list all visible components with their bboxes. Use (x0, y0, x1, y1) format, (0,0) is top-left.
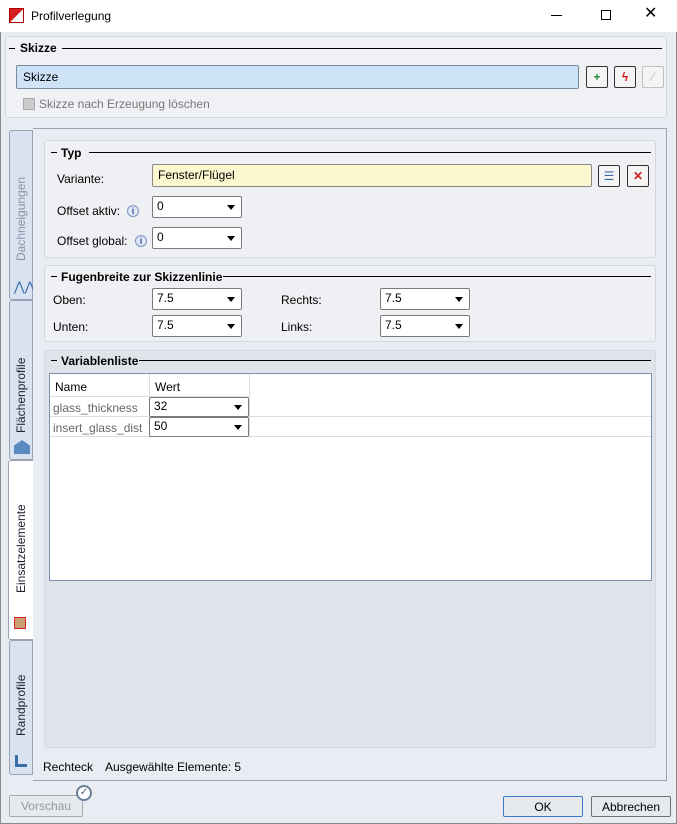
unten-label: Unten: (53, 320, 89, 334)
typ-group: Typ Variante: Fenster/Flügel ☰ ✕ Offset … (44, 140, 656, 258)
tab-flaechenprofile[interactable]: Flächenprofile (9, 300, 33, 460)
offset-global-label: Offset global: (57, 234, 128, 248)
typ-title: Typ (57, 146, 86, 160)
preview-button[interactable]: Vorschau (9, 795, 83, 817)
tab-dachneigungen[interactable]: Dachneigungen ⋀⋀ (9, 130, 35, 300)
variablenliste-title: Variablenliste (57, 354, 143, 368)
status-type: Rechteck (43, 760, 94, 774)
tab-label: Dachneigungen (14, 176, 28, 261)
offset-aktiv-label: Offset aktiv: (57, 204, 121, 218)
title-bar: Profilverlegung ✕ (0, 0, 677, 32)
links-combo[interactable]: 7.5 (380, 315, 470, 337)
sketch-line-icon: ⁄ (651, 70, 654, 84)
delete-sketch-checkbox[interactable] (23, 98, 35, 110)
column-header-wert[interactable]: Wert (155, 380, 180, 394)
row-value-combo[interactable]: 50 (149, 417, 249, 437)
column-header-name[interactable]: Name (55, 380, 87, 394)
edge-profile-icon (15, 755, 27, 767)
chevron-down-icon (227, 297, 235, 302)
combo-value: 0 (157, 230, 164, 244)
tab-randprofile[interactable]: Randprofile (9, 640, 33, 775)
info-icon[interactable]: i (135, 235, 147, 247)
close-button[interactable]: ✕ (644, 3, 657, 23)
add-sketch-button[interactable]: + (586, 66, 608, 88)
clear-variant-button[interactable]: ✕ (627, 165, 649, 187)
chevron-down-icon (234, 425, 242, 430)
offset-aktiv-combo[interactable]: 0 (152, 196, 242, 218)
skizze-group: Skizze Skizze + ϟ ⁄ Skizze nach Erzeugun… (5, 36, 667, 118)
chevron-down-icon (455, 297, 463, 302)
oben-combo[interactable]: 7.5 (152, 288, 242, 310)
table-row[interactable]: insert_glass_dist 50 (50, 417, 651, 437)
fugenbreite-group: Fugenbreite zur Skizzenlinie Oben: 7.5 U… (44, 265, 656, 342)
chevron-down-icon (227, 205, 235, 210)
ok-button[interactable]: OK (503, 796, 583, 817)
variables-table: Name Wert glass_thickness 32 insert_glas… (49, 373, 652, 581)
check-icon: ✓ (76, 785, 92, 801)
links-label: Links: (281, 320, 313, 334)
delete-icon: ✕ (632, 169, 644, 183)
ok-label: OK (534, 800, 552, 814)
chevron-down-icon (455, 324, 463, 329)
combo-value: 7.5 (157, 318, 174, 332)
table-row[interactable]: glass_thickness 32 (50, 397, 651, 417)
add-sketch-icon: + (593, 70, 601, 84)
delete-sketch-label: Skizze nach Erzeugung löschen (39, 97, 210, 111)
skizze-title: Skizze (16, 41, 61, 55)
fugenbreite-title: Fugenbreite zur Skizzenlinie (57, 270, 227, 284)
skizze-field-value: Skizze (23, 70, 59, 84)
combo-value: 7.5 (385, 318, 402, 332)
row-name: insert_glass_dist (53, 421, 143, 435)
rechts-label: Rechts: (281, 293, 322, 307)
combo-value: 7.5 (385, 291, 402, 305)
variante-label: Variante: (57, 172, 105, 186)
combo-value: 0 (157, 199, 164, 213)
tab-label: Einsatzelemente (14, 504, 28, 593)
minimize-button[interactable] (551, 15, 562, 16)
preview-label: Vorschau (20, 799, 72, 813)
cancel-button[interactable]: Abbrechen (591, 796, 671, 817)
chevron-down-icon (227, 324, 235, 329)
combo-value: 50 (154, 419, 168, 433)
variante-value: Fenster/Flügel (158, 168, 235, 182)
combo-value: 7.5 (157, 291, 174, 305)
row-value-combo[interactable]: 32 (149, 397, 249, 417)
sketch-edit-icon: ϟ (621, 70, 629, 84)
edit-sketch-button[interactable]: ϟ (614, 66, 636, 88)
info-icon[interactable]: i (127, 205, 139, 217)
tab-label: Flächenprofile (14, 357, 28, 433)
cancel-label: Abbrechen (601, 800, 661, 814)
list-icon: ☰ (603, 169, 615, 183)
select-variant-button[interactable]: ☰ (598, 165, 620, 187)
status-selected-count: Ausgewählte Elemente: 5 (105, 760, 242, 774)
table-header: Name Wert (50, 374, 250, 438)
tab-einsatzelemente[interactable]: Einsatzelemente (8, 460, 34, 640)
maximize-button[interactable] (601, 10, 611, 20)
app-icon (9, 8, 24, 23)
sketch-disabled-button[interactable]: ⁄ (642, 66, 664, 88)
chevron-down-icon (234, 405, 242, 410)
skizze-field[interactable]: Skizze (16, 65, 579, 89)
oben-label: Oben: (53, 293, 86, 307)
chevron-down-icon (227, 236, 235, 241)
rechts-combo[interactable]: 7.5 (380, 288, 470, 310)
insert-element-icon (14, 617, 26, 629)
row-name: glass_thickness (53, 401, 138, 415)
unten-combo[interactable]: 7.5 (152, 315, 242, 337)
variablenliste-group: Variablenliste Name Wert glass_thickness… (44, 350, 656, 748)
window-title: Profilverlegung (31, 9, 112, 23)
tab-label: Randprofile (14, 674, 28, 736)
variante-field[interactable]: Fenster/Flügel (152, 164, 592, 187)
surface-profile-icon (14, 440, 30, 454)
offset-global-combo[interactable]: 0 (152, 227, 242, 249)
combo-value: 32 (154, 399, 168, 413)
